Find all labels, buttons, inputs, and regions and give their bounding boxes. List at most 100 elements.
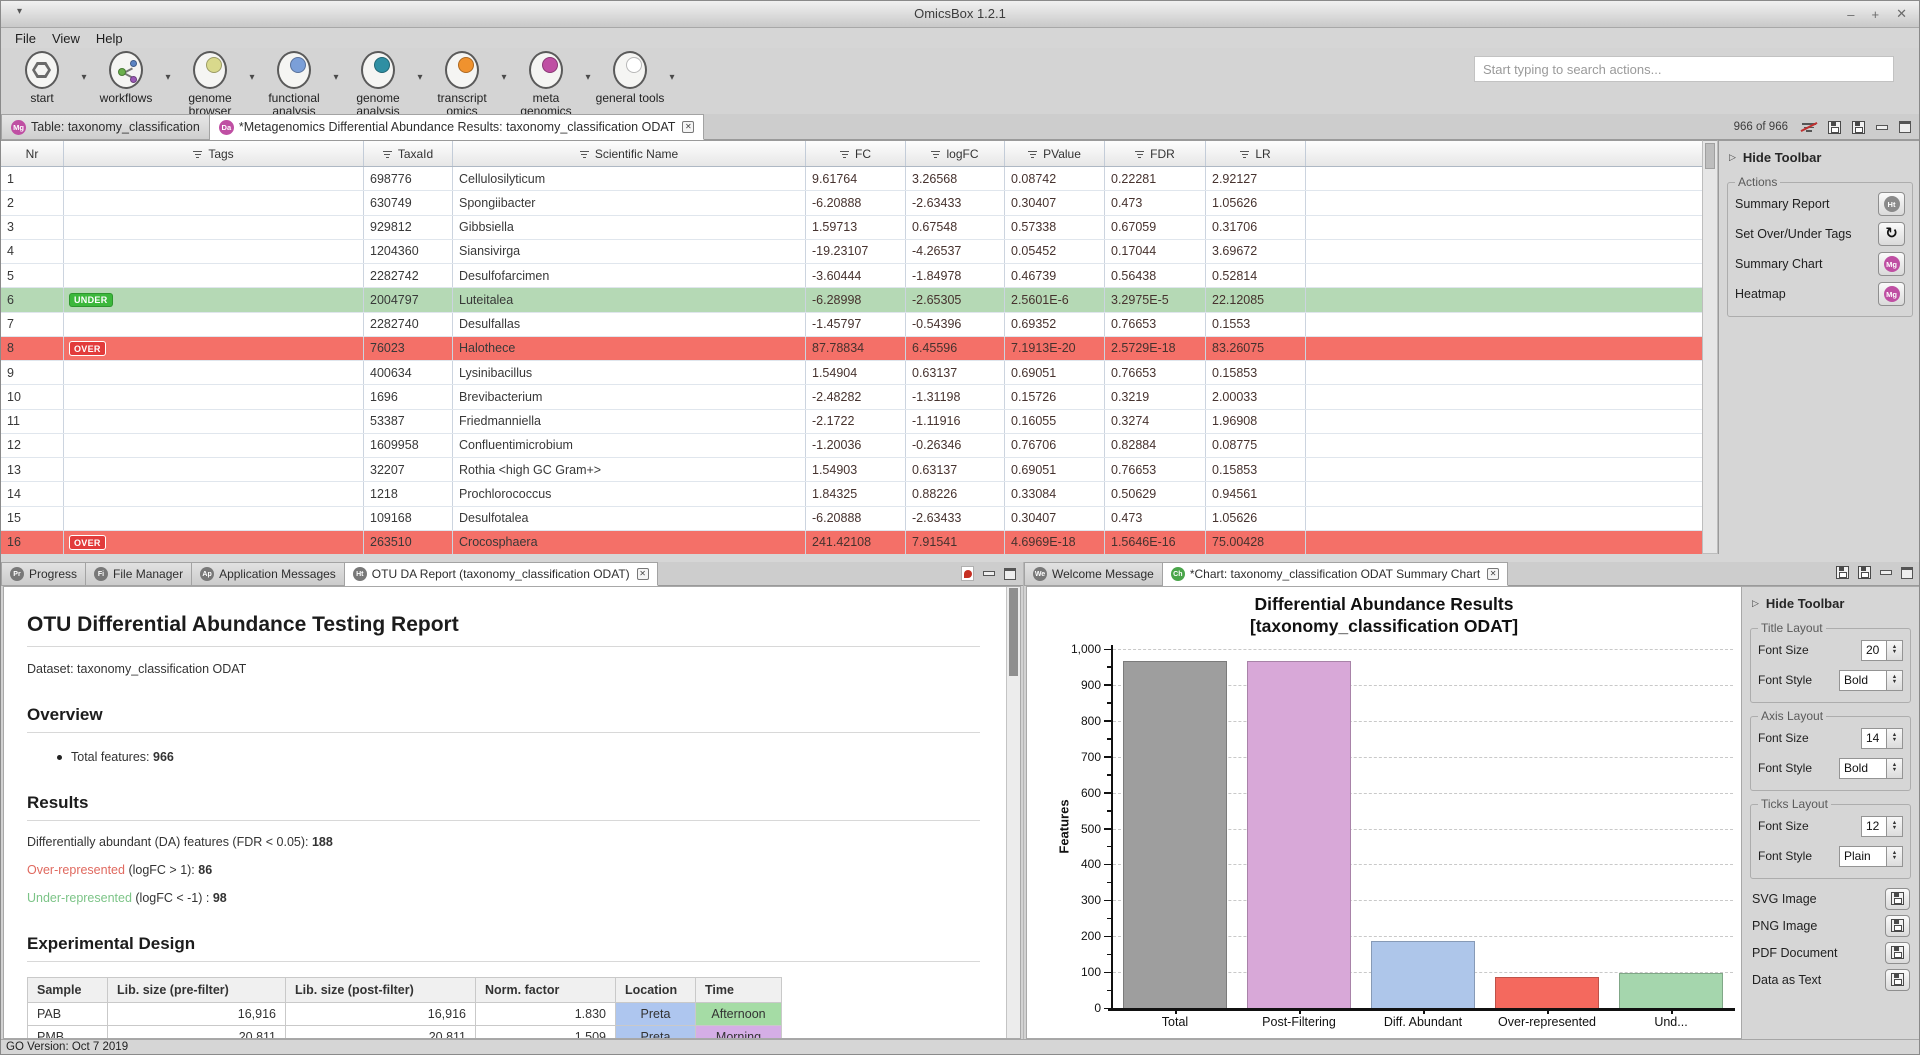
collapse-arrow-icon: ▷ (1752, 598, 1759, 609)
export-button-svg-image[interactable] (1885, 888, 1910, 910)
save-icon[interactable] (1828, 121, 1841, 134)
minimize-panel-icon[interactable] (1876, 125, 1888, 130)
font-size-spinner[interactable]: 14▲▼ (1861, 728, 1903, 749)
tab-welcome-message[interactable]: WeWelcome Message (1024, 562, 1163, 586)
scrollbar-thumb[interactable] (1705, 143, 1715, 169)
chevron-down-icon[interactable]: ▾ (665, 48, 679, 114)
column-header-scientific-name[interactable]: Scientific Name (453, 141, 806, 166)
maximize-panel-icon[interactable] (1899, 121, 1911, 133)
column-header-tags[interactable]: Tags (64, 141, 364, 166)
close-icon[interactable]: ✕ (637, 568, 649, 580)
tab--chart-taxonomy-classification-odat-summ[interactable]: Ch*Chart: taxonomy_classification ODAT S… (1163, 562, 1508, 586)
tab-application-messages[interactable]: ApApplication Messages (192, 562, 345, 586)
table-row[interactable]: 101696Brevibacterium-2.48282-1.311980.15… (1, 385, 1702, 409)
toolbar-overflow-icon[interactable]: ▾ (17, 6, 22, 17)
table-row[interactable]: 3929812Gibbsiella1.597130.675480.573380.… (1, 216, 1702, 240)
spinner-arrows-icon[interactable]: ▲▼ (1887, 846, 1903, 867)
tab-file-manager[interactable]: FiFile Manager (86, 562, 192, 586)
clear-filter-icon[interactable] (1801, 121, 1817, 133)
close-icon[interactable]: ✕ (682, 121, 694, 133)
minimize-panel-icon[interactable] (983, 571, 995, 576)
window-close-button[interactable]: ✕ (1896, 6, 1907, 22)
toolbar-button-genome-analysis[interactable]: genome analysis (343, 48, 413, 114)
toolbar-button-transcript-omics[interactable]: transcript omics (427, 48, 497, 114)
maximize-panel-icon[interactable] (1004, 568, 1016, 580)
chevron-down-icon[interactable]: ▾ (245, 48, 259, 114)
tab-table-taxonomy-classification[interactable]: MgTable: taxonomy_classification (1, 114, 210, 140)
chevron-down-icon[interactable]: ▾ (497, 48, 511, 114)
action-button-heatmap[interactable]: Mg (1878, 282, 1905, 306)
table-row[interactable]: 121609958Confluentimicrobium-1.20036-0.2… (1, 434, 1702, 458)
toolbar-button-workflows[interactable]: workflows (91, 48, 161, 114)
chevron-down-icon[interactable]: ▾ (581, 48, 595, 114)
window-minimize-button[interactable]: – (1847, 7, 1854, 22)
column-header-logfc[interactable]: logFC (906, 141, 1005, 166)
action-search-input[interactable] (1474, 56, 1894, 82)
window-maximize-button[interactable]: + (1872, 7, 1880, 22)
save-icon[interactable] (1836, 566, 1849, 579)
table-row[interactable]: 41204360Siansivirga-19.23107-4.265370.05… (1, 240, 1702, 264)
table-row[interactable]: 141218Prochlorococcus1.843250.882260.330… (1, 482, 1702, 506)
font-size-spinner[interactable]: 20▲▼ (1861, 640, 1903, 661)
table-row[interactable]: 6UNDER2004797Luteitalea-6.28998-2.653052… (1, 288, 1702, 312)
menu-file[interactable]: File (7, 30, 44, 47)
column-header-lr[interactable]: LR (1206, 141, 1306, 166)
table-row[interactable]: 1332207Rothia <high GC Gram+>1.549030.63… (1, 458, 1702, 482)
column-header-pvalue[interactable]: PValue (1005, 141, 1105, 166)
tab-otu-da-report-taxonomy-classification-od[interactable]: HtOTU DA Report (taxonomy_classification… (345, 562, 658, 586)
tab--metagenomics-differential-abundance-res[interactable]: Da*Metagenomics Differential Abundance R… (210, 114, 705, 140)
table-row[interactable]: 8OVER76023Halothece87.788346.455967.1913… (1, 337, 1702, 361)
export-button-png-image[interactable] (1885, 915, 1910, 937)
font-style-dropdown[interactable]: Bold▲▼ (1839, 758, 1903, 779)
table-row[interactable]: 15109168Desulfotalea-6.20888-2.634330.30… (1, 507, 1702, 531)
font-style-dropdown[interactable]: Plain▲▼ (1839, 846, 1903, 867)
spinner-arrows-icon[interactable]: ▲▼ (1887, 758, 1903, 779)
export-button-pdf-document[interactable] (1885, 942, 1910, 964)
export-pdf-icon[interactable] (961, 566, 974, 581)
save-all-icon[interactable] (1852, 121, 1865, 134)
table-vertical-scrollbar[interactable] (1702, 140, 1718, 554)
export-button-data-as-text[interactable] (1885, 969, 1910, 991)
menu-help[interactable]: Help (88, 30, 131, 47)
spinner-arrows-icon[interactable]: ▲▼ (1887, 670, 1903, 691)
table-row[interactable]: 16OVER263510Crocosphaera241.421087.91541… (1, 531, 1702, 555)
hide-toolbar-button[interactable]: ▷ Hide Toolbar (1742, 587, 1919, 615)
column-header-fdr[interactable]: FDR (1105, 141, 1206, 166)
action-button-summary-report[interactable]: Ht (1878, 192, 1905, 216)
close-icon[interactable]: ✕ (1487, 568, 1499, 580)
report-vertical-scrollbar[interactable] (1006, 587, 1020, 1038)
scrollbar-thumb[interactable] (1009, 588, 1018, 676)
save-all-icon[interactable] (1858, 566, 1871, 579)
table-row[interactable]: 1153387Friedmanniella-2.1722-1.119160.16… (1, 410, 1702, 434)
column-header-taxaid[interactable]: TaxaId (364, 141, 453, 166)
column-header-fc[interactable]: FC (806, 141, 906, 166)
table-row[interactable]: 2630749Spongiibacter-6.20888-2.634330.30… (1, 191, 1702, 215)
toolbar-button-general-tools[interactable]: general tools (595, 48, 665, 114)
horizontal-splitter[interactable] (1, 554, 1919, 562)
hide-toolbar-button[interactable]: ▷ Hide Toolbar (1719, 141, 1920, 169)
font-style-dropdown[interactable]: Bold▲▼ (1839, 670, 1903, 691)
table-row[interactable]: 52282742Desulfofarcimen-3.60444-1.849780… (1, 264, 1702, 288)
table-row[interactable]: 1698776Cellulosilyticum9.617643.265680.0… (1, 167, 1702, 191)
chevron-down-icon[interactable]: ▾ (329, 48, 343, 114)
toolbar-button-meta-genomics[interactable]: meta genomics (511, 48, 581, 114)
table-row[interactable]: 72282740Desulfallas-1.45797-0.543960.693… (1, 313, 1702, 337)
toolbar-button-functional-analysis[interactable]: functional analysis (259, 48, 329, 114)
menu-view[interactable]: View (44, 30, 88, 47)
toolbar-button-start[interactable]: start (7, 48, 77, 114)
chevron-down-icon[interactable]: ▾ (161, 48, 175, 114)
table-row[interactable]: 9400634Lysinibacillus1.549040.631370.690… (1, 361, 1702, 385)
chevron-down-icon[interactable]: ▾ (77, 48, 91, 114)
tab-progress[interactable]: PrProgress (1, 562, 86, 586)
action-button-summary-chart[interactable]: Mg (1878, 252, 1905, 276)
toolbar-button-genome-browser[interactable]: genome browser (175, 48, 245, 114)
spinner-arrows-icon[interactable]: ▲▼ (1887, 816, 1903, 837)
spinner-arrows-icon[interactable]: ▲▼ (1887, 640, 1903, 661)
chevron-down-icon[interactable]: ▾ (413, 48, 427, 114)
action-button-set-over-under-tags[interactable]: ↻ (1878, 222, 1905, 246)
font-size-spinner[interactable]: 12▲▼ (1861, 816, 1903, 837)
maximize-panel-icon[interactable] (1901, 567, 1913, 579)
spinner-arrows-icon[interactable]: ▲▼ (1887, 728, 1903, 749)
minimize-panel-icon[interactable] (1880, 570, 1892, 575)
column-header-nr[interactable]: Nr (1, 141, 64, 166)
